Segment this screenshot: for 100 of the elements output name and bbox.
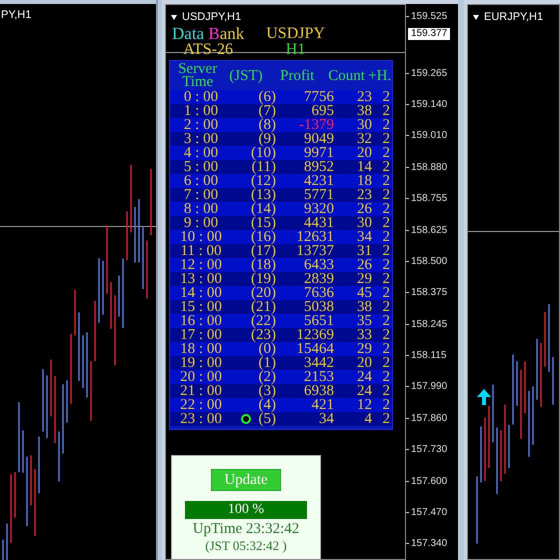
table-cell-text: 0 : 00 — [182, 90, 220, 104]
table-cell-text: 2 — [382, 160, 390, 174]
table-cell-text: 31 — [356, 244, 372, 258]
price-label: 158.115 — [411, 350, 446, 362]
table-cell-text: -1379 — [298, 118, 334, 132]
table-cell-text: 20 : 00 — [179, 370, 223, 384]
table-cell-text: 14 — [356, 160, 372, 174]
table-cell-text: 18 : 00 — [179, 342, 223, 356]
table-cell-text: 2 — [382, 398, 390, 412]
price-label: 159.525 — [411, 10, 448, 22]
jst-time-text: (JST 05:32:42 ) — [205, 538, 287, 554]
table-cell-text: 22 : 00 — [179, 398, 223, 412]
table-cell-text: 2 — [382, 90, 390, 104]
table-cell-text: 18 — [356, 174, 372, 188]
table-cell-text: 38 — [356, 300, 372, 314]
update-button[interactable]: Update — [211, 469, 281, 491]
table-cell-text: 2 — [382, 286, 390, 300]
table-cell-text: 2 — [382, 356, 390, 370]
table-cell-text: 15464 — [296, 342, 334, 356]
price-label: 159.265 — [411, 68, 448, 79]
table-cell: (10) — [251, 146, 276, 160]
table-cell: (7) — [258, 104, 276, 118]
progress-label: 100 % — [228, 502, 264, 518]
table-cell: (13) — [251, 188, 276, 202]
table-cell-text: 2 — [382, 118, 390, 132]
dropdown-icon[interactable] — [473, 14, 479, 20]
table-cell-text: 23 — [356, 90, 372, 104]
price-label: 159.010 — [411, 130, 448, 142]
price-label: 157.340 — [411, 538, 448, 550]
table-cell-text: 2 — [382, 314, 390, 328]
table-cell: (19) — [251, 272, 276, 286]
table-cell-text: 38 — [356, 104, 372, 118]
table-cell-text: 1 : 00 — [182, 104, 220, 118]
symbol-label: USDJPY — [266, 25, 325, 42]
table-cell-text: 3 : 00 — [182, 132, 220, 146]
table-cell-text: 4 — [364, 412, 372, 426]
table-cell-text: 421 — [310, 398, 334, 412]
table-cell-text: 695 — [310, 104, 334, 118]
table-cell-text: 15 : 00 — [179, 300, 223, 314]
table-cell: (0) — [258, 342, 276, 356]
table-cell-text: 7756 — [303, 90, 334, 104]
table-cell-text: 2 — [382, 258, 390, 272]
table-cell-text: 2 — [382, 370, 390, 384]
chart-title: PY,H1 — [1, 9, 32, 21]
table-cell: (18) — [251, 258, 276, 272]
table-cell-text: 13 : 00 — [179, 272, 223, 286]
price-label: 157.860 — [411, 412, 448, 424]
table-cell-text: 2 — [382, 384, 390, 398]
table-cell: (15) — [251, 216, 276, 230]
table-cell-text: 8 : 00 — [182, 202, 220, 216]
table-cell-text: 6 : 00 — [182, 174, 220, 188]
table-cell-text: 2 — [382, 272, 390, 286]
table-cell-text: 6938 — [303, 384, 334, 398]
table-cell: (14) — [251, 202, 276, 216]
table-cell-text: 2 — [382, 328, 390, 342]
table-cell-text: 32 — [356, 132, 372, 146]
table-cell-text: 24 — [356, 370, 372, 384]
table-cell-text: 23 — [356, 188, 372, 202]
chart-title: USDJPY,H1 — [182, 11, 242, 23]
table-cell-text: 33 — [356, 328, 372, 342]
table-cell-text: 2 — [382, 174, 390, 188]
price-label: 158.625 — [411, 224, 448, 236]
table-cell-text: 2 : 00 — [182, 118, 220, 132]
table-cell: (17) — [251, 244, 276, 258]
column-header: Count — [327, 70, 366, 82]
table-cell-text: 30 — [356, 216, 372, 230]
table-cell-text: 2 — [382, 188, 390, 202]
column-header: (JST) — [229, 70, 263, 82]
table-cell: (6) — [258, 90, 276, 104]
table-cell-text: 2 — [382, 202, 390, 216]
table-cell: (1) — [258, 356, 276, 370]
table-cell-text: 9971 — [303, 146, 334, 160]
table-cell-text: 29 — [356, 342, 372, 356]
table-cell-text: 5 : 00 — [182, 160, 220, 174]
table-cell-text: 2 — [382, 300, 390, 314]
table-cell-text: 10 : 00 — [179, 230, 223, 244]
table-cell-text: 13737 — [296, 244, 334, 258]
table-cell-text: 12 — [356, 398, 372, 412]
table-cell-text: 2 — [382, 244, 390, 258]
table-cell-text: 5771 — [303, 188, 334, 202]
table-cell-text: 6433 — [303, 258, 334, 272]
table-cell-text: 2 — [382, 216, 390, 230]
table-cell-text: 2 — [382, 104, 390, 118]
table-cell-text: 45 — [356, 286, 372, 300]
column-header: Profit — [279, 70, 316, 82]
table-cell-text: 2153 — [303, 370, 334, 384]
current-price-label: 159.377 — [408, 28, 450, 40]
price-label: 158.880 — [411, 162, 448, 173]
table-cell: (21) — [251, 300, 276, 314]
table-cell-text: 34 — [356, 230, 372, 244]
table-cell-text: 4 : 00 — [182, 146, 220, 160]
table-cell-text: 2 — [382, 146, 390, 160]
table-cell-text: 7636 — [303, 286, 334, 300]
table-cell-text: 9049 — [303, 132, 334, 146]
table-cell: (2) — [258, 370, 276, 384]
table-cell-text: 4231 — [303, 174, 334, 188]
table-cell: (16) — [251, 230, 276, 244]
dropdown-icon[interactable] — [171, 14, 177, 20]
table-cell: (22) — [251, 314, 276, 328]
chart-title: EURJPY,H1 — [484, 11, 544, 23]
